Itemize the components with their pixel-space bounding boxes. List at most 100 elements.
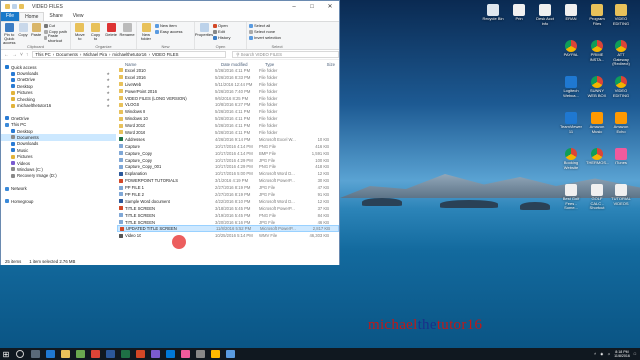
chevron-up-icon[interactable]: ˄ — [594, 352, 596, 356]
table-row[interactable]: Capture_Copy 10/17/2016 4:29 PM JPG File 10… — [117, 157, 339, 164]
onenote-icon[interactable] — [151, 350, 160, 358]
edge-icon[interactable] — [46, 350, 55, 358]
minimize-button[interactable]: – — [285, 1, 303, 12]
tab-file[interactable]: File — [1, 12, 20, 21]
history-button[interactable]: History — [213, 35, 230, 40]
breadcrumb[interactable]: VIDEO FILES — [152, 52, 179, 57]
column-name[interactable]: Name — [125, 62, 221, 67]
wifi-icon[interactable]: ◉ — [600, 352, 603, 356]
desktop-icon[interactable]: Amazon Echo — [610, 112, 632, 134]
table-row[interactable]: VLOGS 10/8/2016 6:27 PM File folder — [117, 101, 339, 108]
table-row[interactable]: Word 2010 5/26/2016 4:11 PM File folder — [117, 122, 339, 129]
select-none-button[interactable]: Select none — [249, 29, 281, 34]
table-row[interactable]: PowerPoint 2016 5/26/2016 7:40 PM File fol… — [117, 88, 339, 95]
edit-button[interactable]: Edit — [213, 29, 230, 34]
desktop-icon[interactable]: PRIME INSTA... — [586, 40, 608, 62]
table-row[interactable]: Addresses 4/26/2016 9:14 PM Microsoft Exce… — [117, 136, 339, 143]
table-row[interactable]: PP FILE 1 2/27/2016 8:19 PM JPG File 47 KB — [117, 184, 339, 191]
volume-icon[interactable]: ♫ — [607, 352, 610, 356]
breadcrumb[interactable]: Michael Pira — [83, 52, 107, 57]
file-explorer-icon[interactable] — [61, 350, 70, 358]
table-row[interactable]: VIDEO FILES (LONG VERSION) 9/6/2016 8:25 … — [117, 95, 339, 102]
desktop-icon[interactable]: SUNNY WEB BOX — [586, 76, 608, 98]
up-arrow-icon[interactable]: ↑ — [26, 52, 29, 58]
chevron-down-icon[interactable]: ˅ — [20, 52, 23, 58]
table-row[interactable]: POWERPOINT TUTORIALS 3/1/2016 4:19 PM Micr… — [117, 177, 339, 184]
properties-icon[interactable] — [12, 4, 17, 9]
breadcrumb[interactable]: This PC — [35, 52, 50, 57]
desktop-icon[interactable]: Program Files — [586, 4, 608, 26]
invert-selection-button[interactable]: Invert selection — [249, 35, 281, 40]
forward-arrow-icon[interactable]: → — [12, 52, 17, 58]
cut-button[interactable]: Cut — [43, 23, 68, 28]
app-icon[interactable] — [211, 350, 220, 358]
table-row[interactable]: Sample Word document 4/22/2016 8:10 PM Mic… — [117, 198, 339, 205]
table-row[interactable]: PP FILE 2 2/27/2016 8:19 PM JPG File 91 KB — [117, 191, 339, 198]
breadcrumb[interactable]: Documents — [56, 52, 78, 57]
close-button[interactable]: ✕ — [321, 1, 339, 12]
table-row[interactable]: Video 10 10/25/2016 5:14 PM WMV File 46,303… — [117, 232, 339, 239]
pin-icon[interactable]: ★ — [106, 84, 110, 89]
table-row[interactable]: Windows 10 5/26/2016 4:11 PM File folder — [117, 115, 339, 122]
tab-share[interactable]: Share — [44, 12, 67, 21]
table-row[interactable]: Word 2016 5/26/2016 4:11 PM File folder — [117, 129, 339, 136]
desktop-icon[interactable]: Prin — [508, 4, 530, 22]
nav-item-homegroup[interactable]: Homegroup — [1, 198, 116, 204]
desktop-icon[interactable]: THERMOS... — [586, 148, 609, 166]
desktop-icon[interactable]: ATT Gateway (Redirect) — [610, 40, 632, 67]
column-type[interactable]: Type — [265, 62, 313, 67]
address-input[interactable]: This PC › Documents › Michael Pira › michae… — [32, 51, 227, 58]
table-row[interactable]: LiveWeb 5/11/2016 12:44 PM File folder — [117, 81, 339, 88]
desktop-icon[interactable]: ERAN — [560, 4, 582, 22]
table-row[interactable]: Excel 2016 5/26/2016 8:33 PM File folder — [117, 74, 339, 81]
pin-icon[interactable]: ★ — [106, 103, 110, 108]
back-arrow-icon[interactable]: ← — [4, 52, 9, 58]
column-date[interactable]: Date modified — [221, 62, 265, 67]
open-button[interactable]: Open — [213, 23, 230, 28]
word-icon[interactable] — [106, 350, 115, 358]
desktop-icon[interactable]: TeamViewer 11 — [560, 112, 582, 134]
maximize-button[interactable]: □ — [303, 1, 321, 12]
table-row[interactable]: Capture 10/17/2016 4:14 PM PNG File 416 KB — [117, 143, 339, 150]
desktop-icon[interactable]: Desk Acct info — [534, 4, 556, 26]
table-row[interactable]: TITLE SCREEN 3/18/2016 5:45 PM Microsoft P… — [117, 205, 339, 212]
new-item-button[interactable]: New item — [155, 23, 182, 28]
itunes-icon[interactable] — [181, 350, 190, 358]
search-icon[interactable] — [16, 350, 24, 358]
store-icon[interactable] — [76, 350, 85, 358]
app-icon[interactable] — [226, 350, 235, 358]
desktop-icon[interactable]: PAYPAL — [560, 40, 582, 58]
excel-icon[interactable] — [121, 350, 130, 358]
chrome-icon[interactable] — [91, 350, 100, 358]
desktop-icon[interactable]: VIDEO EDITING — [610, 76, 632, 98]
desktop-icon[interactable]: VIDEO EDITING — [610, 4, 632, 26]
table-row[interactable]: TITLE SCREEN 3/20/2016 6:16 PM JPG File 46 … — [117, 219, 339, 226]
clock[interactable]: 8:18 PM 11/8/2016 — [614, 350, 630, 358]
search-input[interactable]: ⚲ Search VIDEO FILES — [232, 51, 339, 58]
desktop-icon[interactable]: TUTORIAL VIDEOS — [610, 184, 632, 206]
powerpoint-icon[interactable] — [136, 350, 145, 358]
column-size[interactable]: Size — [313, 62, 335, 67]
pin-icon[interactable]: ★ — [106, 97, 110, 102]
table-row[interactable]: Excel 2010 5/26/2016 4:11 PM File folder — [117, 67, 339, 74]
table-row[interactable]: Explanation 10/17/2016 5:00 PM Microsoft W… — [117, 170, 339, 177]
pin-icon[interactable]: ★ — [106, 77, 110, 82]
tab-view[interactable]: View — [68, 12, 89, 21]
desktop-icon[interactable]: Amazon Music — [586, 112, 608, 134]
desktop-icon[interactable]: iTunes — [610, 148, 632, 166]
windows-start-icon[interactable]: ⊞ — [0, 348, 12, 360]
desktop-icon[interactable]: Best Golf Fees - Some... — [560, 184, 582, 211]
new-folder-icon[interactable] — [19, 4, 24, 9]
breadcrumb[interactable]: michaelthetutor16 — [112, 52, 146, 57]
app-icon[interactable] — [196, 350, 205, 358]
desktop-icon[interactable]: Booking Website — [560, 148, 582, 170]
table-row[interactable]: UPDATED TITLE SCREEN 11/8/2016 5:52 PM Mic… — [117, 225, 339, 233]
easy-access-button[interactable]: Easy access — [155, 29, 182, 34]
select-all-button[interactable]: Select all — [249, 23, 281, 28]
tab-home[interactable]: Home — [19, 12, 45, 21]
table-row[interactable]: Windows 8 5/26/2016 4:11 PM File folder — [117, 108, 339, 115]
desktop-icon[interactable]: GOLF CALC - Shortcut — [586, 184, 608, 211]
pin-icon[interactable]: ★ — [106, 90, 110, 95]
table-row[interactable]: Capture_Copy_001 10/17/2016 4:29 PM PNG Fi… — [117, 163, 339, 170]
desktop-icon[interactable]: Logitech Webca... — [560, 76, 582, 98]
